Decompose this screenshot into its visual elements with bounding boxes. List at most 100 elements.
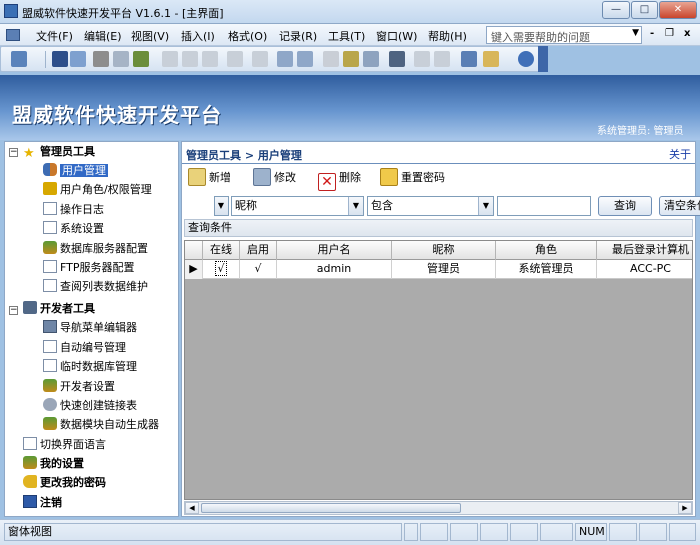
cell-username[interactable]: admin — [277, 260, 392, 279]
delete-record-icon[interactable] — [434, 51, 450, 67]
cell-last-computer[interactable]: ACC-PC — [597, 260, 692, 279]
table-row[interactable]: ▶ √ √ admin 管理员 系统管理员 ACC-PC — [185, 260, 692, 279]
cell-enabled[interactable]: √ — [240, 260, 277, 279]
menu-window[interactable]: 窗口(W) — [376, 28, 417, 44]
search-icon[interactable] — [70, 51, 86, 67]
tree-item-auto-numbering[interactable]: 自动编号管理 — [43, 340, 126, 358]
tree-item-ftp-server-config[interactable]: FTP服务器配置 — [43, 260, 135, 278]
cut-icon[interactable] — [162, 51, 178, 67]
scrollbar-thumb[interactable] — [201, 503, 461, 513]
delete-button[interactable]: ✕ 删除 — [318, 168, 361, 191]
hyperlink-icon[interactable] — [252, 51, 268, 67]
tree-item-system-settings[interactable]: 系统设置 — [43, 221, 104, 239]
mdi-close-button[interactable]: x — [684, 28, 690, 39]
tree-item-label: 我的设置 — [40, 457, 84, 470]
tree-item-my-settings[interactable]: 我的设置 — [23, 456, 84, 474]
new-record-icon[interactable] — [414, 51, 430, 67]
filter-prefix-dropdown[interactable]: ▼ — [214, 196, 229, 216]
filter-by-selection-icon[interactable] — [323, 51, 339, 67]
spellcheck-icon[interactable] — [133, 51, 149, 67]
help-search-input[interactable]: 键入需要帮助的问题 ▼ — [486, 26, 642, 44]
horizontal-scrollbar[interactable]: ◀ ▶ — [184, 501, 693, 515]
menu-edit[interactable]: 编辑(E) — [84, 28, 122, 44]
edit-button[interactable]: 修改 — [253, 168, 296, 190]
column-header-nickname[interactable]: 昵称 — [392, 241, 496, 260]
sort-ascending-icon[interactable] — [277, 51, 293, 67]
close-button[interactable]: ✕ — [659, 1, 697, 19]
print-icon[interactable] — [93, 51, 109, 67]
undo-icon[interactable] — [227, 51, 243, 67]
new-object-icon[interactable] — [483, 51, 499, 67]
menu-app-icon[interactable] — [6, 29, 20, 41]
expander-developer-tools[interactable]: − — [9, 306, 18, 315]
menu-insert[interactable]: 插入(I) — [181, 28, 215, 44]
filter-operator-dropdown[interactable]: 包含 ▼ — [367, 196, 494, 216]
tree-item-nav-menu-editor[interactable]: 导航菜单编辑器 — [43, 320, 137, 338]
column-header-enabled[interactable]: 启用 — [240, 241, 277, 260]
find-icon[interactable] — [389, 51, 405, 67]
filter-field-dropdown[interactable]: 昵称 ▼ — [231, 196, 364, 216]
cell-online[interactable]: √ — [203, 260, 240, 279]
minimize-button[interactable]: — — [602, 1, 630, 19]
menu-file[interactable]: 文件(F) — [36, 28, 73, 44]
clear-conditions-button[interactable]: 清空条件 — [659, 196, 700, 216]
tree-item-lookup-list-maintenance[interactable]: 查阅列表数据维护 — [43, 279, 148, 297]
new-button[interactable]: 新增 — [188, 168, 231, 190]
scroll-right-icon[interactable]: ▶ — [678, 502, 692, 514]
column-header-role[interactable]: 角色 — [496, 241, 597, 260]
apply-filter-icon[interactable] — [363, 51, 379, 67]
database-window-icon[interactable] — [461, 51, 477, 67]
tree-item-user-roles[interactable]: 用户角色/权限管理 — [43, 182, 152, 200]
document-icon — [23, 437, 37, 450]
sort-descending-icon[interactable] — [297, 51, 313, 67]
row-selector-header[interactable] — [185, 241, 203, 260]
menu-tools[interactable]: 工具(T) — [328, 28, 365, 44]
menu-help[interactable]: 帮助(H) — [428, 28, 467, 44]
expander-admin-tools[interactable]: − — [9, 148, 18, 157]
cell-nickname[interactable]: 管理员 — [392, 260, 496, 279]
query-conditions-bar: 查询条件 — [184, 219, 693, 237]
tree-item-label: 临时数据库管理 — [60, 360, 137, 373]
tree-item-module-generator[interactable]: 数据模块自动生成器 — [43, 417, 159, 435]
tree-item-change-password[interactable]: 更改我的密码 — [23, 475, 106, 493]
toolbar-options-icon[interactable] — [538, 46, 548, 72]
tree-item-user-management[interactable]: 用户管理 — [43, 163, 108, 181]
tree-item-developer-settings[interactable]: 开发者设置 — [43, 379, 115, 397]
column-header-username[interactable]: 用户名 — [277, 241, 392, 260]
chevron-down-icon[interactable]: ▼ — [632, 28, 639, 38]
view-icon[interactable] — [11, 51, 27, 67]
mdi-restore-button[interactable]: ❐ — [665, 28, 674, 39]
tree-item-temp-db-management[interactable]: 临时数据库管理 — [43, 359, 137, 377]
column-header-last-computer[interactable]: 最后登录计算机 — [597, 241, 692, 260]
mdi-minimize-button[interactable]: - — [650, 28, 654, 39]
scroll-left-icon[interactable]: ◀ — [185, 502, 199, 514]
tree-item-db-server-config[interactable]: 数据库服务器配置 — [43, 241, 148, 259]
tree-item-quick-link-tables[interactable]: 快速创建链接表 — [43, 398, 137, 416]
tree-item-operation-log[interactable]: 操作日志 — [43, 202, 104, 220]
menu-records[interactable]: 记录(R) — [279, 28, 317, 44]
reset-password-button[interactable]: 重置密码 — [380, 168, 445, 190]
tree-item-switch-language[interactable]: 切换界面语言 — [23, 437, 106, 455]
cell-role[interactable]: 系统管理员 — [496, 260, 597, 279]
chevron-down-icon[interactable]: ▼ — [478, 197, 493, 215]
print-preview-icon[interactable] — [113, 51, 129, 67]
column-header-online[interactable]: 在线 — [203, 241, 240, 260]
tree-group-developer-tools[interactable]: 开发者工具 — [23, 301, 95, 319]
filter-value-input[interactable] — [497, 196, 591, 216]
copy-icon[interactable] — [182, 51, 198, 67]
save-icon[interactable] — [52, 51, 68, 67]
filter-by-form-icon[interactable] — [343, 51, 359, 67]
row-indicator[interactable]: ▶ — [185, 260, 203, 279]
about-link[interactable]: 关于 — [669, 146, 691, 162]
chevron-down-icon[interactable]: ▼ — [348, 197, 363, 215]
chevron-down-icon[interactable]: ▼ — [215, 197, 228, 215]
maximize-button[interactable]: □ — [631, 1, 658, 19]
menu-format[interactable]: 格式(O) — [228, 28, 267, 44]
tree-item-logout[interactable]: 注销 — [23, 495, 62, 513]
help-icon[interactable] — [518, 51, 534, 67]
query-button[interactable]: 查询 — [598, 196, 652, 216]
tree-group-admin-tools[interactable]: ★ 管理员工具 — [23, 144, 95, 162]
paste-icon[interactable] — [202, 51, 218, 67]
menu-view[interactable]: 视图(V) — [131, 28, 169, 44]
key-icon — [380, 168, 398, 186]
